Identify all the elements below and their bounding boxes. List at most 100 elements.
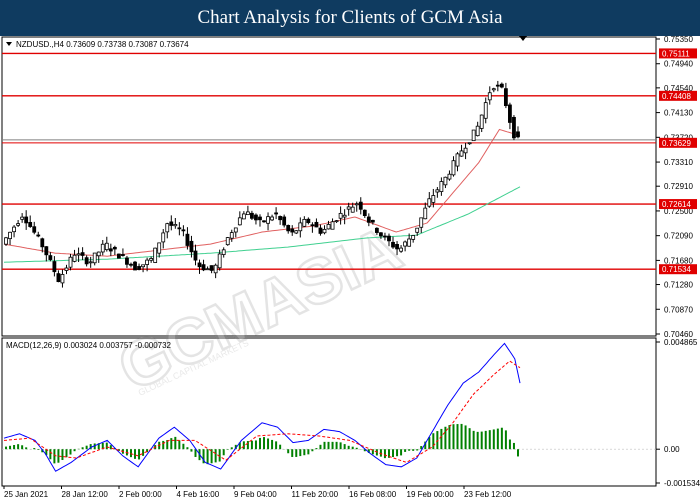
- candle-body: [294, 230, 299, 234]
- candle-body: [379, 232, 383, 237]
- candle-body: [24, 216, 29, 224]
- candle-body: [366, 216, 371, 223]
- candle-body: [403, 241, 408, 247]
- candle-body: [508, 104, 512, 123]
- candle-body: [274, 212, 279, 215]
- chart-banner-title: Chart Analysis for Clients of GCM Asia: [0, 0, 700, 36]
- candle-body: [185, 233, 190, 246]
- candle-body: [491, 88, 496, 91]
- candle-body: [72, 254, 77, 262]
- macd-panel-frame: [1, 337, 657, 487]
- candle-body: [36, 234, 41, 237]
- macd-axis-label: -0.001534: [664, 479, 700, 488]
- candle-body: [197, 262, 202, 268]
- candle-body: [28, 221, 33, 227]
- candle-body: [467, 142, 472, 145]
- time-axis-label: 16 Feb 08:00: [349, 490, 397, 499]
- candle-body: [121, 254, 125, 256]
- price-axis-label: 0.72910: [664, 182, 693, 191]
- candle-body: [108, 248, 113, 252]
- time-axis-label: 23 Feb 12:00: [464, 490, 512, 499]
- time-axis-label: 4 Feb 16:00: [177, 490, 220, 499]
- candle-body: [286, 225, 291, 232]
- candle-body: [64, 267, 69, 271]
- candle-body: [387, 235, 391, 242]
- candle-body: [354, 203, 359, 206]
- candle-body: [254, 214, 258, 221]
- candle-body: [217, 253, 222, 269]
- price-level-label: 0.72614: [662, 200, 691, 209]
- candle-body: [439, 181, 444, 192]
- candle-body: [145, 259, 150, 265]
- candle-body: [358, 201, 363, 210]
- candle-body: [423, 207, 428, 220]
- candle-body: [233, 227, 238, 233]
- candle-body: [419, 217, 424, 228]
- candle-body: [463, 147, 468, 154]
- candle-body: [20, 216, 25, 220]
- candle-body: [225, 237, 230, 246]
- candle-body: [177, 227, 182, 230]
- candle-body: [92, 252, 97, 264]
- price-level-label: 0.71534: [662, 265, 691, 274]
- candle-body: [112, 246, 117, 250]
- price-axis-label: 0.70870: [664, 305, 693, 314]
- candle-body: [499, 83, 504, 88]
- candle-body: [334, 220, 339, 223]
- candle-body: [338, 212, 343, 219]
- time-axis-label: 28 Jan 12:00: [62, 490, 109, 499]
- price-axis-label: 0.75350: [664, 36, 693, 44]
- time-axis-label: 2 Feb 00:00: [119, 490, 162, 499]
- candle-body: [137, 266, 141, 270]
- candle-body: [32, 226, 37, 233]
- candle-body: [181, 229, 186, 232]
- candle-body: [495, 84, 500, 87]
- candle-body: [487, 92, 492, 101]
- candle-body: [209, 265, 214, 271]
- candle-body: [258, 216, 262, 221]
- current-price-label: 0.73629: [662, 139, 691, 148]
- price-level-label: 0.74408: [662, 92, 691, 101]
- candle-body: [149, 258, 154, 261]
- candle-body: [16, 223, 21, 226]
- candle-body: [451, 160, 456, 176]
- candle-body: [395, 244, 399, 250]
- candle-body: [68, 256, 73, 268]
- candle-body: [326, 224, 331, 230]
- candle-body: [298, 222, 303, 232]
- candle-body: [431, 195, 436, 203]
- candle-body: [407, 238, 412, 247]
- candle-body: [516, 131, 520, 138]
- candle-body: [306, 218, 311, 224]
- candle-body: [116, 253, 121, 259]
- macd-axis-label: 0.004865: [664, 338, 698, 347]
- candle-body: [193, 250, 198, 261]
- price-axis-label: 0.73310: [664, 158, 693, 167]
- candle-body: [12, 226, 16, 233]
- candle-body: [483, 102, 488, 119]
- candle-body: [370, 219, 375, 223]
- candle-body: [129, 263, 133, 266]
- candle-body: [475, 125, 480, 137]
- candle-body: [512, 116, 516, 139]
- candle-body: [60, 274, 65, 284]
- price-axis-label: 0.71680: [664, 256, 693, 265]
- candle-body: [479, 114, 484, 129]
- candle-body: [169, 221, 174, 226]
- price-axis-label: 0.71280: [664, 281, 693, 290]
- candle-body: [270, 216, 274, 221]
- candle-body: [96, 251, 101, 257]
- candle-body: [330, 221, 335, 230]
- candle-body: [100, 243, 105, 253]
- candle-body: [221, 249, 226, 255]
- candle-body: [213, 264, 218, 274]
- candle-body: [80, 252, 85, 256]
- candle-body: [48, 255, 53, 260]
- candle-body: [165, 223, 170, 233]
- candle-body: [459, 150, 464, 157]
- candle-body: [44, 246, 49, 256]
- candle-body: [237, 217, 242, 226]
- candle-body: [153, 247, 158, 263]
- price-chart: 0.753500.749400.745400.741300.737200.733…: [1, 36, 700, 499]
- candle-body: [282, 216, 287, 226]
